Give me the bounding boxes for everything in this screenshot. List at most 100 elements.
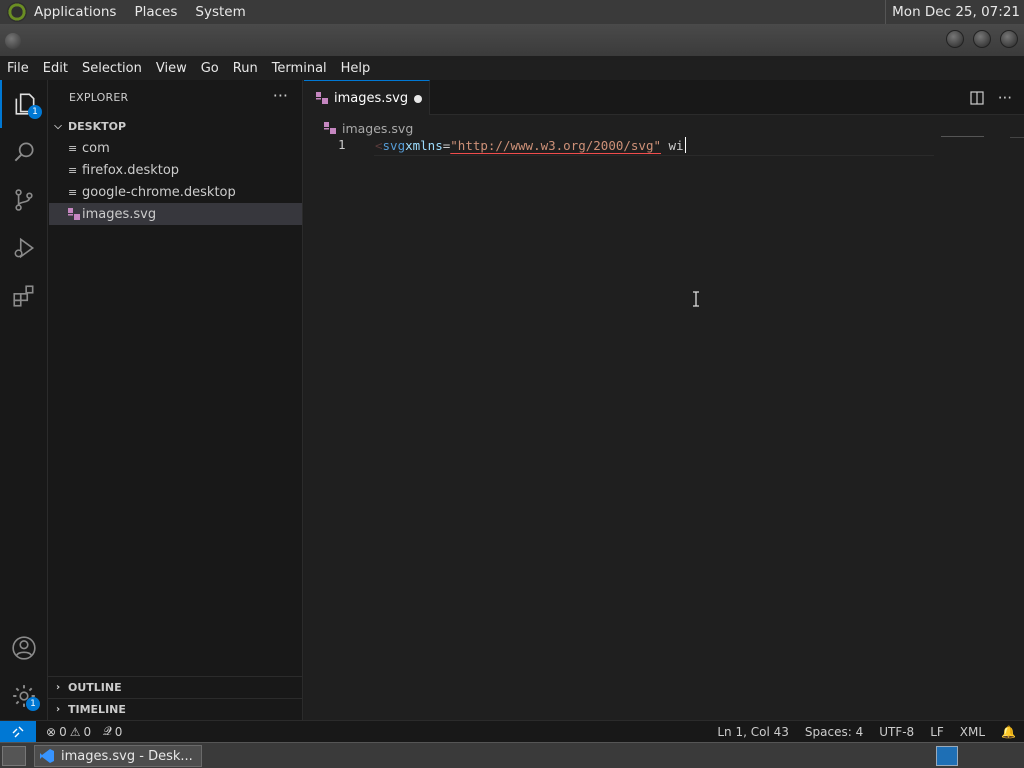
outline-section[interactable]: › OUTLINE [48,676,302,698]
indentation[interactable]: Spaces: 4 [797,725,871,739]
editor-area[interactable]: images.svg 1 < svg xmlns = "http://www.w3.o… [304,115,1024,720]
file-name: firefox.desktop [82,162,180,178]
end-of-line[interactable]: LF [922,725,952,739]
manage-activity-button[interactable]: 1 [0,672,48,720]
current-line-border [374,155,934,156]
taskbar-window-button[interactable]: images.svg - Desk... [34,745,202,767]
menu-help[interactable]: Help [334,61,378,76]
chevron-down-icon: ⌵ [54,120,62,132]
maximize-window-button[interactable] [973,30,991,48]
file-name: google-chrome.desktop [82,184,236,200]
menu-go[interactable]: Go [194,61,226,76]
window-titlebar[interactable] [0,24,1024,56]
source-control-icon [15,189,33,211]
notifications-bell-icon[interactable]: 🔔 [993,725,1024,739]
unsaved-dot-icon[interactable] [414,95,422,103]
encoding[interactable]: UTF-8 [871,725,922,739]
error-icon: ⊗ [46,724,57,739]
line-number: 1 [338,137,346,152]
workspace-switcher[interactable] [936,746,958,766]
accounts-activity-button[interactable] [0,624,48,672]
split-editor-icon[interactable] [970,91,984,105]
broadcast-icon: 𝓠 [103,724,112,738]
ports-count: 0 [114,724,123,739]
extensions-activity-button[interactable] [0,272,48,320]
explorer-activity-button[interactable]: 1 [0,80,48,128]
more-actions-button[interactable]: ··· [273,86,288,105]
editor-tab-bar: images.svg ··· [304,80,1024,115]
minimap[interactable] [941,136,984,137]
show-desktop-button[interactable] [2,746,26,766]
system-menu[interactable]: System [195,4,245,20]
code-attr: xmlns [405,137,443,153]
file-item-firefox[interactable]: ≡ firefox.desktop [49,159,302,181]
settings-badge: 1 [26,697,40,711]
file-lines-icon: ≡ [68,141,78,155]
file-item-google-chrome[interactable]: ≡ google-chrome.desktop [49,181,302,203]
file-name: images.svg [82,206,157,222]
warning-icon: ⚠ [69,724,81,739]
vertical-scrollbar[interactable] [1010,137,1024,138]
code-value: "http://www.w3.org/2000/svg" [450,137,661,153]
problems-indicator[interactable]: ⊗ 0 ⚠ 0 [40,725,97,739]
file-item-com[interactable]: ≡ com [49,137,302,159]
code-line[interactable]: < svg xmlns = "http://www.w3.org/2000/svg" … [375,136,686,154]
tab-images-svg[interactable]: images.svg [304,80,430,115]
timeline-section[interactable]: › TIMELINE [48,698,302,720]
minimize-window-button[interactable] [946,30,964,48]
mouse-ibeam-icon [693,291,699,307]
menu-terminal[interactable]: Terminal [265,61,334,76]
places-menu[interactable]: Places [134,4,177,20]
chevron-right-icon: › [55,682,61,693]
run-debug-icon [14,237,35,259]
activity-bar: 1 1 [0,80,48,720]
menubar: File Edit Selection View Go Run Terminal… [0,56,1024,80]
tab-label: images.svg [334,90,409,106]
more-editor-actions-button[interactable]: ··· [998,89,1012,107]
distro-logo-icon[interactable] [7,2,27,22]
code-bracket: < [375,137,383,153]
menu-run[interactable]: Run [226,61,265,76]
menu-selection[interactable]: Selection [75,61,149,76]
breadcrumb-file[interactable]: images.svg [342,121,413,136]
language-mode[interactable]: XML [952,725,993,739]
panel-clock[interactable]: Mon Dec 25, 07:21 [885,0,1020,24]
explorer-title: EXPLORER [69,91,129,104]
menu-file[interactable]: File [0,61,36,76]
svg-file-icon [68,208,82,220]
search-icon [14,142,34,162]
status-right: Ln 1, Col 43 Spaces: 4 UTF-8 LF XML 🔔 [709,721,1024,743]
code-tag: svg [382,137,406,153]
code-eq: = [442,137,451,153]
file-name: com [82,140,110,156]
menu-view[interactable]: View [149,61,194,76]
file-lines-icon: ≡ [68,163,78,177]
taskbar-window-label: images.svg - Desk... [61,748,193,764]
svg-file-icon [316,92,328,104]
file-item-images-svg[interactable]: images.svg [49,203,302,225]
bottom-taskbar: images.svg - Desk... [0,742,1024,768]
menu-edit[interactable]: Edit [36,61,75,76]
chevron-right-icon: › [55,704,61,715]
warning-count: 0 [83,724,92,739]
folder-section-desktop[interactable]: ⌵ DESKTOP [48,115,302,137]
extensions-icon [13,285,34,307]
svg-file-icon [324,122,336,134]
timeline-label: TIMELINE [68,703,126,716]
remote-indicator-button[interactable] [0,720,36,743]
run-debug-activity-button[interactable] [0,224,48,272]
close-window-button[interactable] [1000,30,1018,48]
applications-menu[interactable]: Applications [34,4,116,20]
search-activity-button[interactable] [0,128,48,176]
vscode-icon [40,749,54,763]
folder-name: DESKTOP [68,119,127,133]
explorer-badge: 1 [28,105,42,119]
explorer-sidebar: EXPLORER ··· ⌵ DESKTOP ≡ com ≡ firefox.d… [48,80,303,720]
cursor-position[interactable]: Ln 1, Col 43 [709,725,797,739]
error-count: 0 [59,724,67,739]
window-menu-icon[interactable] [5,33,21,49]
code-rest: wi [661,137,684,153]
status-bar: ⊗ 0 ⚠ 0 𝓠 0 Ln 1, Col 43 Spaces: 4 UTF-8… [0,720,1024,743]
source-control-activity-button[interactable] [0,176,48,224]
ports-indicator[interactable]: 𝓠 0 [97,724,128,739]
